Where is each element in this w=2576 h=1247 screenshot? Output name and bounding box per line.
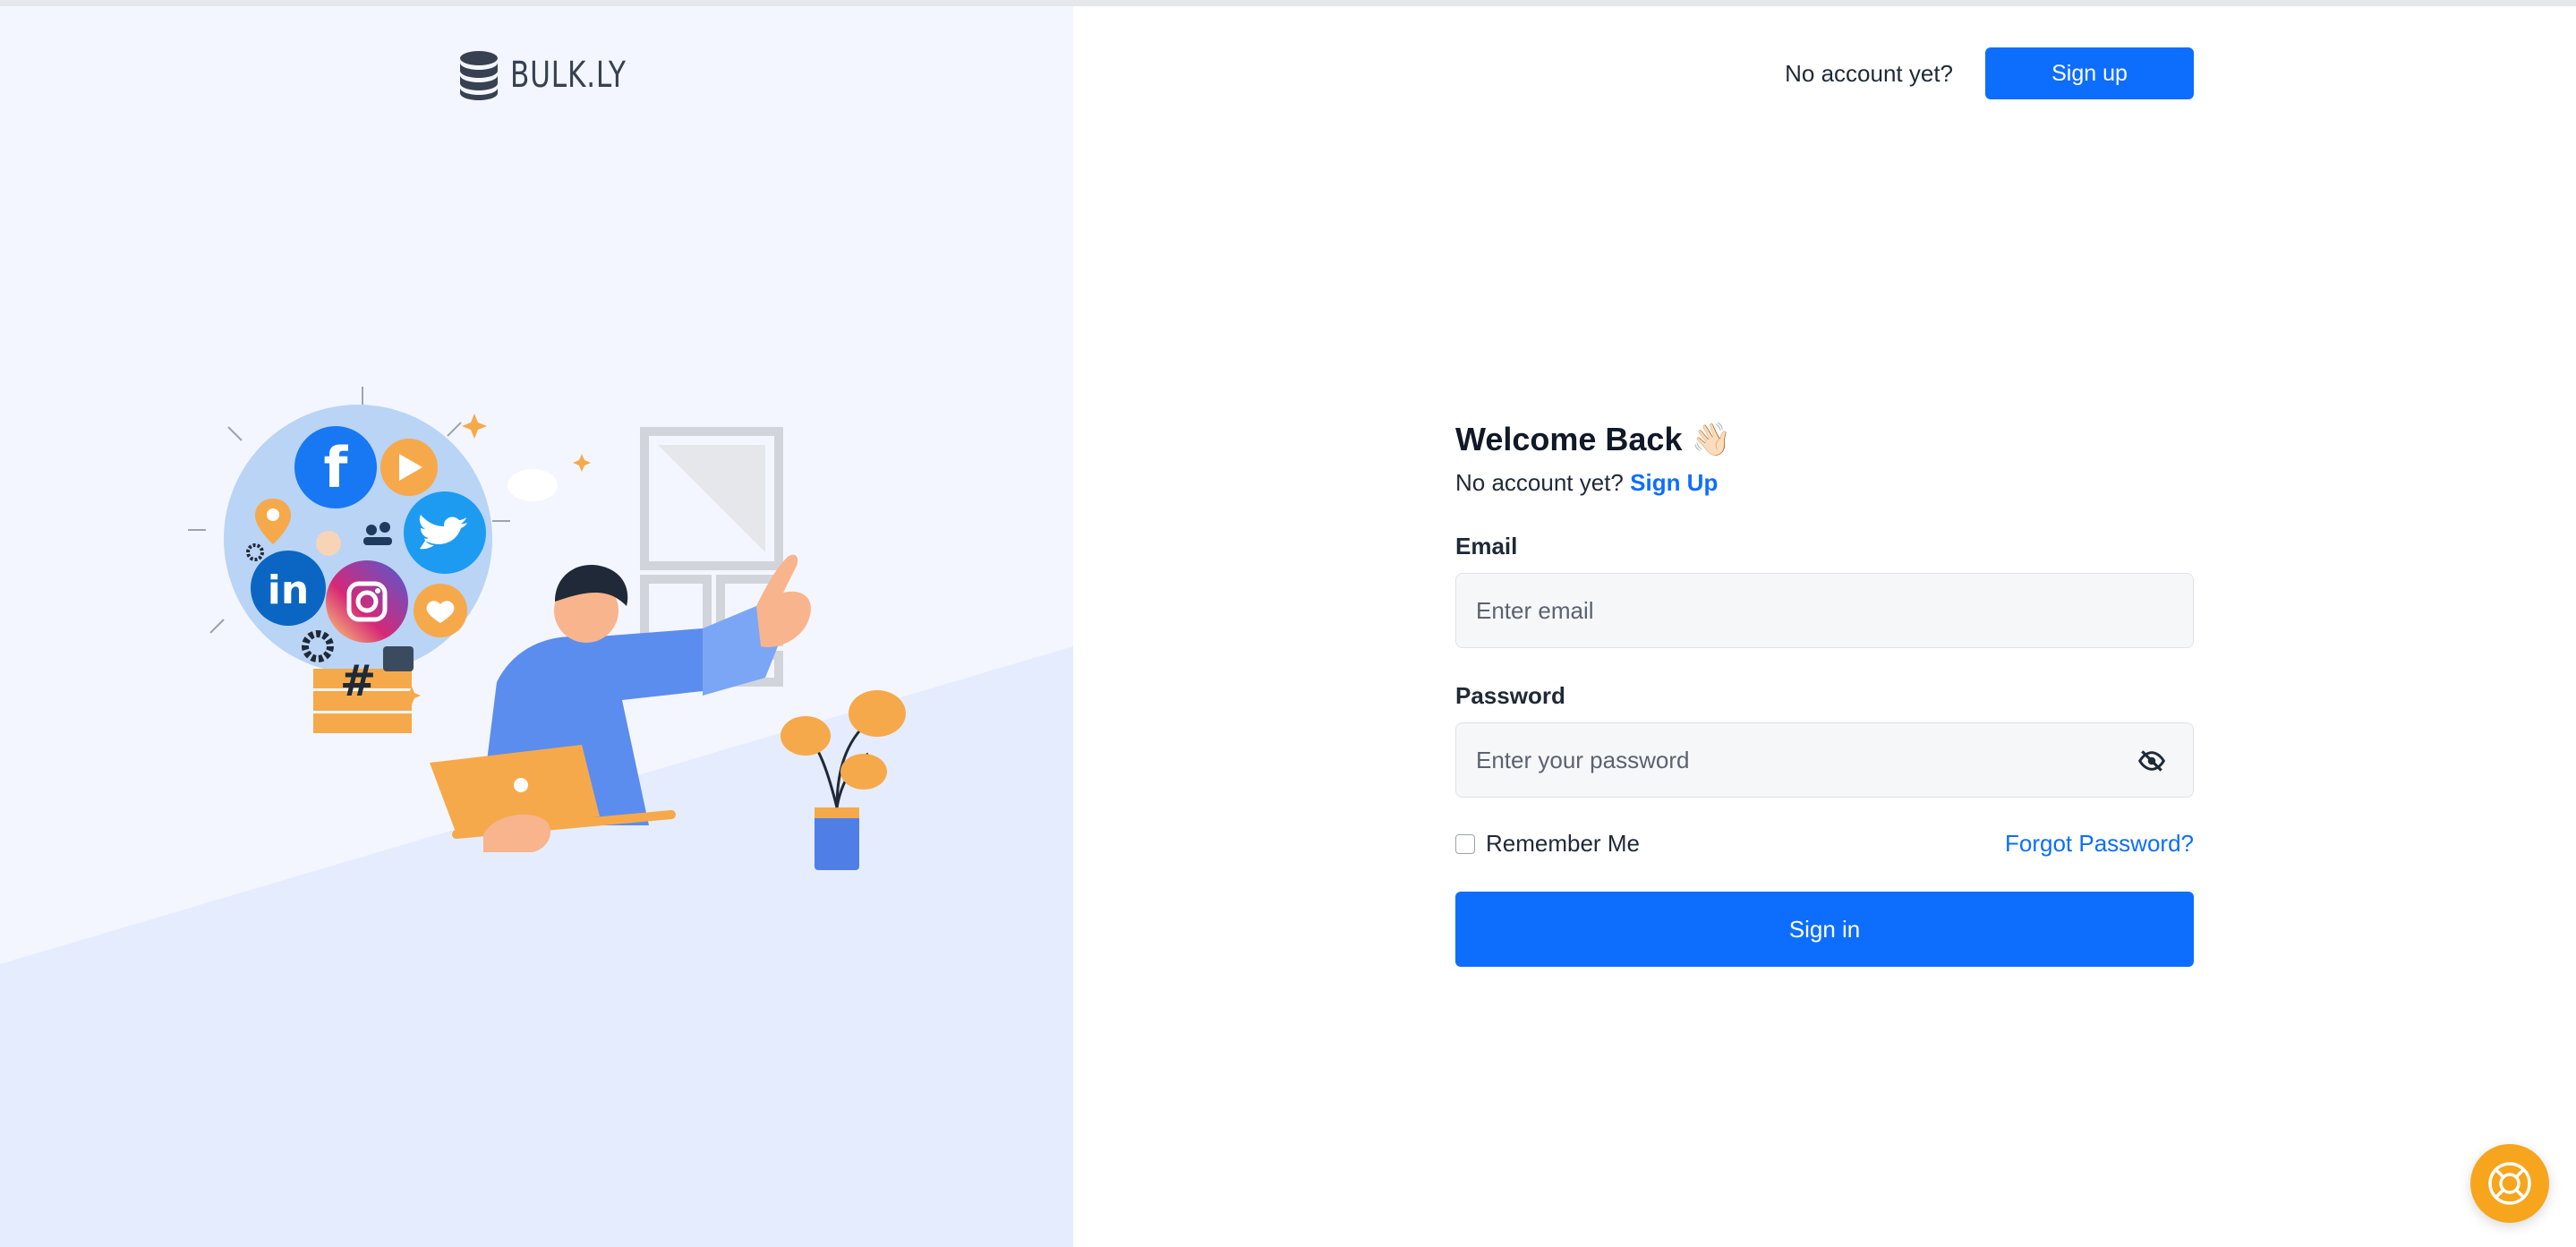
brand-logo[interactable]: BULK.LY: [458, 48, 659, 102]
header-no-account-text: No account yet?: [1785, 59, 1953, 87]
top-divider: [0, 0, 2576, 6]
play-icon: [380, 439, 438, 496]
password-input[interactable]: [1474, 745, 2175, 775]
help-button[interactable]: [2470, 1144, 2549, 1223]
lifebuoy-icon: [2488, 1162, 2531, 1205]
linkedin-icon: in: [251, 551, 326, 626]
forgot-password-link[interactable]: Forgot Password?: [2005, 830, 2194, 858]
remember-me[interactable]: Remember Me: [1455, 830, 1640, 858]
waving-hand-icon: 👋🏻: [1691, 421, 1732, 457]
heart-icon: [414, 584, 467, 637]
email-input[interactable]: [1474, 595, 2175, 626]
page-title: Welcome Back: [1455, 421, 1683, 457]
svg-text:f: f: [324, 435, 349, 500]
remember-row: Remember Me Forgot Password?: [1455, 830, 2194, 858]
title-row: Welcome Back 👋🏻: [1455, 421, 2194, 458]
subtitle-text: No account yet?: [1455, 469, 1624, 496]
instagram-icon: [326, 560, 408, 643]
svg-text:in: in: [268, 568, 309, 613]
email-field-wrapper: [1455, 573, 2194, 648]
signin-button[interactable]: Sign in: [1455, 892, 2194, 967]
header-signup-button[interactable]: Sign up: [1985, 47, 2194, 99]
social-media-illustration: f in #: [188, 387, 906, 870]
remember-me-checkbox[interactable]: [1455, 833, 1475, 854]
eye-slash-icon[interactable]: [2137, 747, 2166, 775]
twitter-icon: [404, 491, 486, 574]
remember-me-label: Remember Me: [1486, 830, 1640, 857]
svg-text:#: #: [340, 656, 376, 706]
database-stack-icon: [460, 51, 498, 100]
subtitle: No account yet? Sign Up: [1455, 469, 2194, 497]
login-form: Welcome Back 👋🏻 No account yet? Sign Up …: [1455, 421, 2194, 967]
brand-name: BULK.LY: [510, 55, 627, 96]
header-actions: No account yet? Sign up: [1785, 47, 2194, 99]
facebook-icon: f: [294, 426, 377, 508]
password-label: Password: [1455, 682, 1565, 709]
password-field-wrapper: [1455, 722, 2194, 798]
left-illustration-panel: BULK.LY f in #: [0, 6, 1073, 1247]
email-label: Email: [1455, 533, 1518, 559]
signup-link[interactable]: Sign Up: [1630, 469, 1718, 496]
